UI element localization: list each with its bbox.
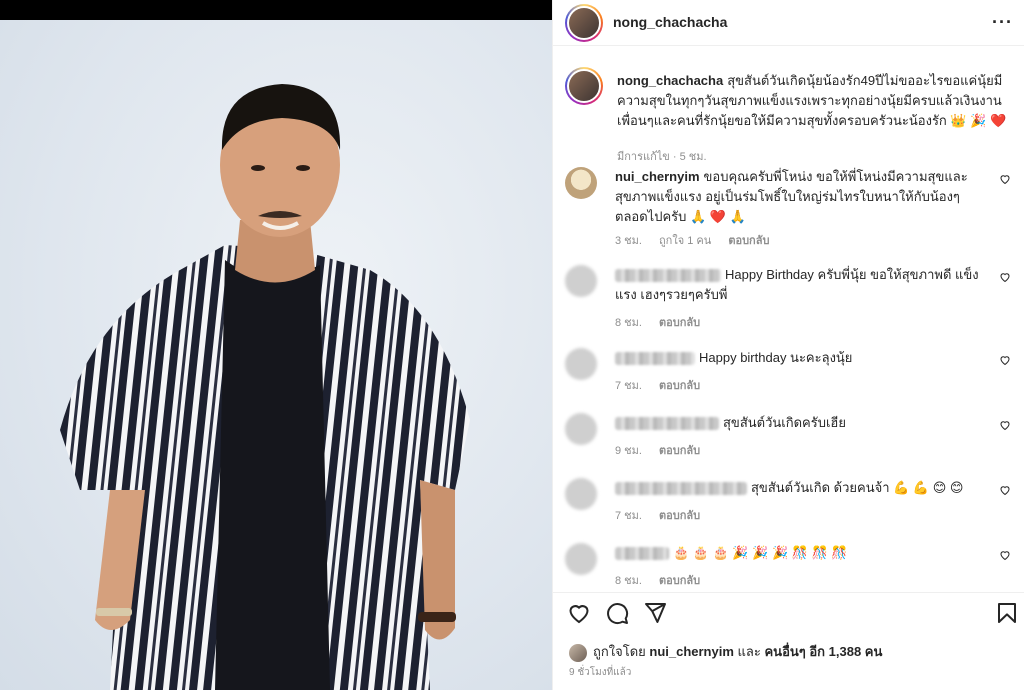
likes-prefix: ถูกใจโดย [593,644,646,659]
blurred-username [615,269,721,283]
likes-middle: และ [737,644,761,659]
comment-body: Happy birthday นะคะลุงนุ้ย [699,350,853,365]
reply-button[interactable]: ตอบกลับ [728,235,769,247]
comment-meta: 8 ชม. ตอบกลับ [615,313,714,331]
heart-icon[interactable] [999,419,1011,431]
share-icon[interactable] [643,601,667,625]
heart-icon[interactable] [999,484,1011,496]
comment-meta: 8 ชม. ตอบกลับ [615,571,714,589]
likes-summary[interactable]: ถูกใจโดย nui_chernyim และ คนอื่นๆ อีก 1,… [569,641,882,662]
heart-icon[interactable] [999,271,1011,283]
comment-meta: 9 ชม. ตอบกลับ [615,441,714,459]
comment-body: สุขสันต์วันเกิด ด้วยคนจ้า 💪 💪 😊 😊 [751,480,964,495]
caption-avatar[interactable] [565,67,603,105]
comment-time: 9 ชม. [615,445,642,457]
blurred-username [615,547,669,561]
post-time-ago: 9 ชั่วโมงที่แล้ว [569,667,632,678]
person-illustration [60,84,470,690]
reply-button[interactable]: ตอบกลับ [659,445,700,457]
comment-time: 8 ชม. [615,575,642,587]
blurred-username [615,482,747,496]
likes-others[interactable]: คนอื่นๆ อีก 1,388 คน [764,644,882,659]
comment-time: 7 ชม. [615,510,642,522]
comment-likes[interactable]: ถูกใจ 1 คน [659,235,711,247]
photo-top-bar [0,0,552,20]
liker-avatar [569,643,587,662]
reply-button[interactable]: ตอบกลับ [659,575,700,587]
reply-button[interactable]: ตอบกลับ [659,380,700,392]
post-photo[interactable] [0,0,552,690]
caption-edited: มีการแก้ไข [617,151,670,163]
commenter-avatar[interactable] [565,265,597,297]
reply-button[interactable]: ตอบกลับ [659,510,700,522]
blurred-username [615,352,695,366]
comment-text: สุขสันต์วันเกิดครับเฮีย [615,413,995,433]
caption-text: nong_chachacha สุขสันต์วันเกิดนุ้ยน้องรัก… [617,71,1009,131]
comment-text: 🎂 🎂 🎂 🎉 🎉 🎉 🎊 🎊 🎊 [615,543,995,563]
comment-time: 7 ชม. [615,380,642,392]
comment-icon[interactable] [605,601,629,625]
commenter-avatar[interactable] [565,543,597,575]
author-avatar[interactable] [565,4,603,42]
post-actions: ถูกใจโดย nui_chernyim และ คนอื่นๆ อีก 1,… [553,592,1024,690]
caption-meta: มีการแก้ไข · 5 ชม. [617,151,707,163]
reply-button[interactable]: ตอบกลับ [659,317,700,329]
comment-body: 🎂 🎂 🎂 🎉 🎉 🎉 🎊 🎊 🎊 [673,545,848,560]
liker-username[interactable]: nui_chernyim [649,644,734,659]
commenter-avatar[interactable] [565,348,597,380]
commenter-username[interactable]: nui_chernyim [615,169,700,184]
more-options-icon[interactable]: ··· [992,13,1013,31]
author-username[interactable]: nong_chachacha [613,14,727,30]
comment-text: Happy Birthday ครับพี่นุ้ย ขอให้สุขภาพดี… [615,265,995,305]
blurred-username [615,417,719,431]
bookmark-icon[interactable] [995,601,1019,625]
commenter-avatar[interactable] [565,167,597,199]
caption-time: 5 ชม. [679,151,707,163]
comment-time: 8 ชม. [615,317,642,329]
post-header: nong_chachacha ··· [553,0,1024,46]
comments-list[interactable]: nong_chachacha สุขสันต์วันเกิดนุ้ยน้องรัก… [553,47,1024,592]
comment-text: Happy birthday นะคะลุงนุ้ย [615,348,995,368]
comment-meta: 3 ชม. ถูกใจ 1 คน ตอบกลับ [615,231,783,249]
post-side-panel: nong_chachacha ··· nong_chachacha สุขสันต… [552,0,1024,690]
comment-meta: 7 ชม. ตอบกลับ [615,376,714,394]
heart-icon[interactable] [999,354,1011,366]
caption-username[interactable]: nong_chachacha [617,73,723,88]
commenter-avatar[interactable] [565,478,597,510]
commenter-avatar[interactable] [565,413,597,445]
heart-icon[interactable] [999,173,1011,185]
comment-text: สุขสันต์วันเกิด ด้วยคนจ้า 💪 💪 😊 😊 [615,478,995,498]
comment-time: 3 ชม. [615,235,642,247]
comment-text: nui_chernyim ขอบคุณครับพี่โหน่ง ขอให้พี่โ… [615,167,995,227]
comment-meta: 7 ชม. ตอบกลับ [615,506,714,524]
comment-body: สุขสันต์วันเกิดครับเฮีย [723,415,846,430]
heart-icon[interactable] [999,549,1011,561]
heart-icon[interactable] [567,601,591,625]
